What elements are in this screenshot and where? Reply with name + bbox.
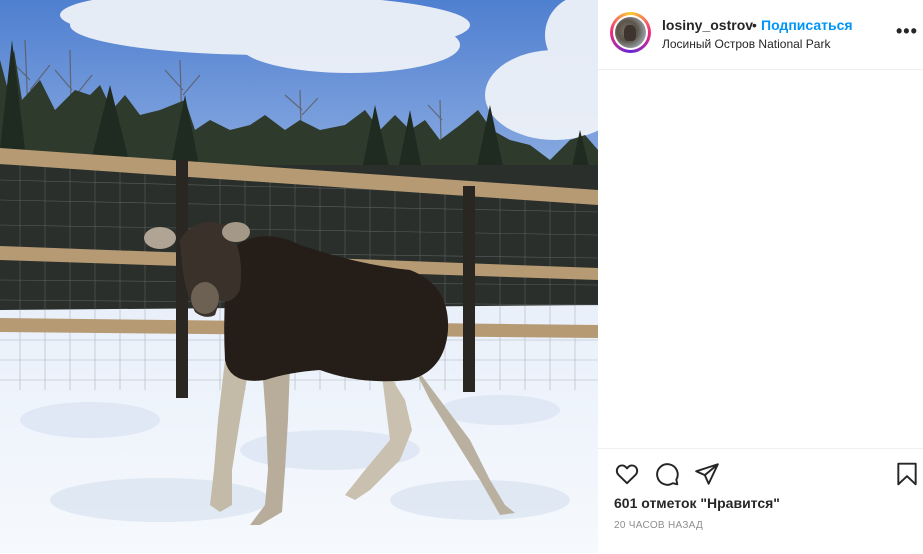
share-icon[interactable] — [694, 461, 720, 487]
more-options-icon[interactable]: ••• — [896, 21, 917, 41]
avatar[interactable] — [610, 12, 651, 53]
location-link[interactable]: Лосиный Остров National Park — [662, 37, 830, 51]
post-timestamp[interactable]: 20 ЧАСОВ НАЗАД — [614, 520, 703, 531]
comment-icon[interactable] — [654, 461, 680, 487]
likes-count[interactable]: 601 отметок "Нравится" — [614, 495, 780, 511]
separator-dot: • — [752, 17, 757, 33]
avatar-image — [615, 17, 646, 48]
moose-photo — [0, 0, 598, 553]
comments-area — [598, 70, 923, 448]
post-actions: 601 отметок "Нравится" 20 ЧАСОВ НАЗАД — [598, 448, 923, 554]
heart-icon[interactable] — [614, 461, 640, 487]
avatar-frame — [613, 15, 648, 50]
username-link[interactable]: losiny_ostrov — [662, 17, 753, 33]
follow-button[interactable]: Подписаться — [761, 17, 853, 33]
post-side-panel: losiny_ostrov • Подписаться Лосиный Остр… — [598, 0, 923, 553]
bookmark-icon[interactable] — [894, 461, 920, 487]
post-photo[interactable] — [0, 0, 598, 553]
post-header: losiny_ostrov • Подписаться Лосиный Остр… — [598, 0, 923, 70]
